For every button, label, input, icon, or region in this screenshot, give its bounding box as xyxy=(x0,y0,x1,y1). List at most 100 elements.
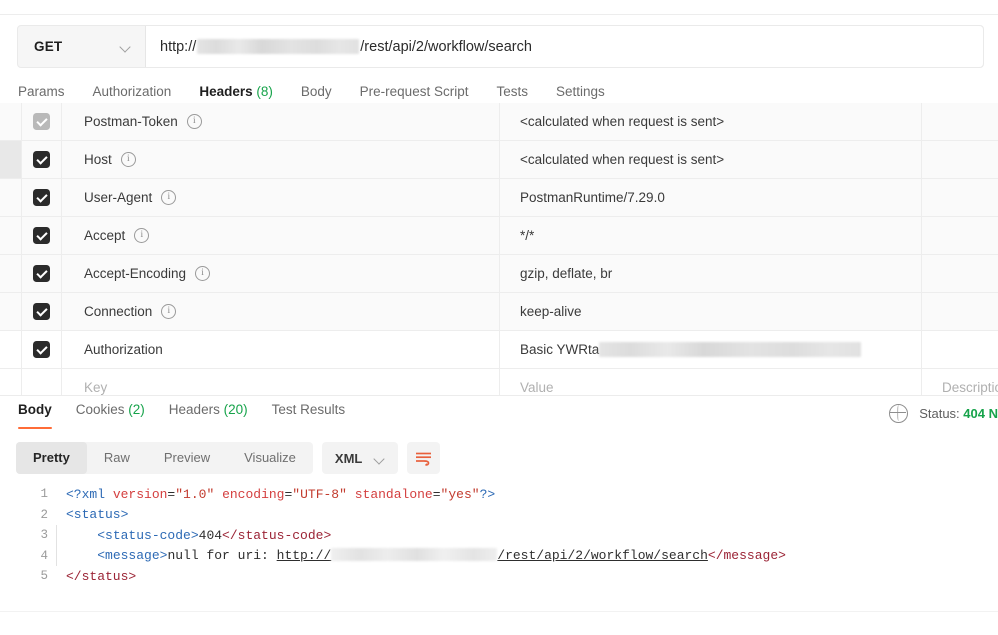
row-key-cell[interactable]: Authorization xyxy=(62,331,500,368)
view-mode-pretty[interactable]: Pretty xyxy=(16,442,87,474)
row-drag-handle[interactable] xyxy=(0,103,22,140)
row-drag-handle[interactable] xyxy=(0,293,22,330)
row-key-cell[interactable]: Host xyxy=(62,141,500,178)
tab-headers-count: (8) xyxy=(256,84,273,99)
response-tab-headers-label: Headers xyxy=(168,402,220,417)
row-drag-handle[interactable] xyxy=(0,217,22,254)
response-body-code[interactable]: 1 <?xml version="1.0" encoding="UTF-8" s… xyxy=(0,484,998,612)
row-description-cell[interactable] xyxy=(922,217,998,254)
info-icon[interactable] xyxy=(195,266,211,281)
language-label: XML xyxy=(334,450,363,466)
table-row[interactable]: Authorization Basic YWRta xyxy=(0,331,998,369)
xml-attr-standalone: standalone xyxy=(354,486,433,502)
row-enable-checkbox[interactable] xyxy=(33,113,50,130)
code-line: 3 <status-code>404</status-code> xyxy=(0,524,998,546)
tab-headers-label: Headers xyxy=(199,84,253,99)
row-enable-checkbox-cell xyxy=(22,217,62,254)
info-icon[interactable] xyxy=(120,152,136,167)
code-line: 5 </status> xyxy=(0,566,998,587)
row-drag-handle[interactable] xyxy=(0,255,22,292)
view-mode-visualize[interactable]: Visualize xyxy=(227,442,313,474)
table-row[interactable]: Accept-Encoding gzip, deflate, br xyxy=(0,255,998,293)
response-tab-body[interactable]: Body xyxy=(18,398,52,429)
horizontal-scrollbar[interactable] xyxy=(0,611,998,635)
line-number: 1 xyxy=(40,487,48,502)
row-key-text: Accept xyxy=(84,228,126,243)
row-value-cell[interactable]: gzip, deflate, br xyxy=(500,255,922,292)
row-description-cell[interactable] xyxy=(922,255,998,292)
row-drag-handle[interactable] xyxy=(0,141,22,178)
url-suffix: /rest/api/2/workflow/search xyxy=(360,38,532,55)
status-value: 404 N xyxy=(963,406,998,421)
xml-message-link-suffix[interactable]: /rest/api/2/workflow/search xyxy=(497,548,708,563)
row-description-cell[interactable] xyxy=(922,179,998,216)
xml-message-link-prefix[interactable]: http:// xyxy=(277,548,332,563)
xml-decl-open: <?xml xyxy=(66,486,113,502)
row-enable-checkbox[interactable] xyxy=(33,341,50,358)
info-icon[interactable] xyxy=(186,114,202,129)
new-description-input[interactable]: Description xyxy=(922,369,998,395)
xml-message-redacted-host xyxy=(331,548,498,562)
view-mode-preview[interactable]: Preview xyxy=(147,442,227,474)
row-description-cell[interactable] xyxy=(922,141,998,178)
row-value-text: PostmanRuntime/7.29.0 xyxy=(520,190,665,205)
response-tab-cookies[interactable]: Cookies (2) xyxy=(76,398,145,429)
info-icon[interactable] xyxy=(161,190,177,205)
row-key-cell[interactable]: User-Agent xyxy=(62,179,500,216)
wrap-text-button[interactable] xyxy=(407,442,441,474)
row-key-cell[interactable]: Postman-Token xyxy=(62,103,500,140)
table-row[interactable]: Host <calculated when request is sent> xyxy=(0,141,998,179)
row-key-cell[interactable]: Connection xyxy=(62,293,500,330)
tab-pre-request-script-label: Pre-request Script xyxy=(359,84,469,99)
row-drag-handle[interactable] xyxy=(0,179,22,216)
xml-tag-status-close: </status> xyxy=(66,568,137,584)
response-tab-bar: Body Cookies (2) Headers (20) Test Resul… xyxy=(0,398,998,434)
request-url-bar: GET http:// /rest/api/2/workflow/search xyxy=(17,25,984,68)
info-icon[interactable] xyxy=(161,304,177,319)
status-badge: Status: 404 N xyxy=(919,406,998,421)
row-description-cell[interactable] xyxy=(922,103,998,140)
response-tab-test-results[interactable]: Test Results xyxy=(272,398,346,429)
xml-tag-status-code-open: <status-code> xyxy=(97,527,199,543)
row-enable-checkbox[interactable] xyxy=(33,265,50,282)
table-row[interactable]: Accept */* xyxy=(0,217,998,255)
code-line-content: <status-code>404</status-code> xyxy=(56,524,998,546)
table-row[interactable]: Connection keep-alive xyxy=(0,293,998,331)
row-value-cell[interactable]: <calculated when request is sent> xyxy=(500,103,922,140)
tab-params-label: Params xyxy=(18,84,65,99)
row-enable-checkbox-cell xyxy=(22,103,62,140)
new-value-input[interactable]: Value xyxy=(500,369,922,395)
language-selector[interactable]: XML xyxy=(321,442,399,474)
response-tab-headers[interactable]: Headers (20) xyxy=(169,398,248,429)
row-value-cell[interactable]: Basic YWRta xyxy=(500,331,922,368)
row-value-text: keep-alive xyxy=(520,304,582,319)
row-value-cell[interactable]: keep-alive xyxy=(500,293,922,330)
chevron-down-icon xyxy=(120,41,131,52)
line-number: 2 xyxy=(40,507,48,522)
row-description-cell[interactable] xyxy=(922,331,998,368)
xml-attr-version-value: "1.0" xyxy=(175,486,215,502)
url-input[interactable]: http:// /rest/api/2/workflow/search xyxy=(146,26,983,67)
url-prefix: http:// xyxy=(160,38,197,55)
row-drag-handle[interactable] xyxy=(0,331,22,368)
row-key-cell[interactable]: Accept xyxy=(62,217,500,254)
row-enable-checkbox[interactable] xyxy=(33,303,50,320)
new-key-input[interactable]: Key xyxy=(62,369,500,395)
table-row[interactable]: Postman-Token <calculated when request i… xyxy=(0,103,998,141)
code-line-content: <?xml version="1.0" encoding="UTF-8" sta… xyxy=(60,487,998,502)
row-key-cell[interactable]: Accept-Encoding xyxy=(62,255,500,292)
row-enable-checkbox[interactable] xyxy=(33,189,50,206)
view-mode-raw[interactable]: Raw xyxy=(87,442,147,474)
row-value-cell[interactable]: PostmanRuntime/7.29.0 xyxy=(500,179,922,216)
table-row-new-entry[interactable]: Key Value Description xyxy=(0,369,998,395)
row-value-cell[interactable]: <calculated when request is sent> xyxy=(500,141,922,178)
http-method-selector[interactable]: GET xyxy=(18,26,146,67)
row-value-cell[interactable]: */* xyxy=(500,217,922,254)
row-enable-checkbox[interactable] xyxy=(33,151,50,168)
table-row[interactable]: User-Agent PostmanRuntime/7.29.0 xyxy=(0,179,998,217)
row-enable-checkbox-cell xyxy=(22,369,62,395)
row-description-cell[interactable] xyxy=(922,293,998,330)
globe-icon[interactable] xyxy=(889,404,909,423)
row-enable-checkbox[interactable] xyxy=(33,227,50,244)
info-icon[interactable] xyxy=(134,228,150,243)
